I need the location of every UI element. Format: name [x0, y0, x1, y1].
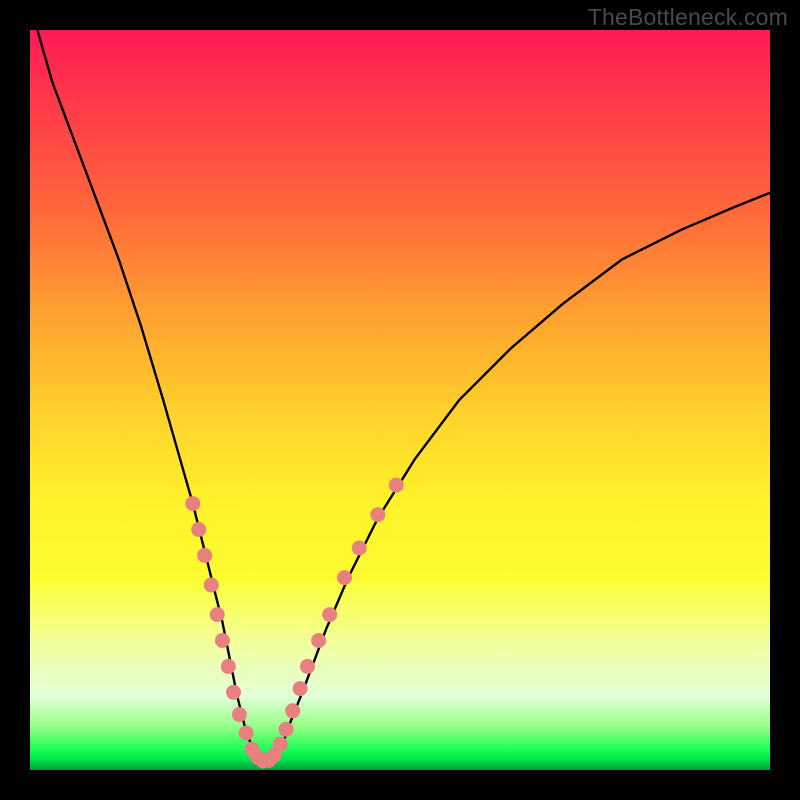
highlight-dot — [293, 681, 308, 696]
highlight-dot — [273, 737, 288, 752]
highlight-dot — [370, 507, 385, 522]
highlight-dot — [322, 607, 337, 622]
highlight-dot — [279, 722, 294, 737]
highlight-dot — [226, 685, 241, 700]
chart-container: TheBottleneck.com — [0, 0, 800, 800]
chart-svg-overlay — [30, 30, 770, 770]
highlight-dot — [352, 541, 367, 556]
highlight-dot — [204, 578, 219, 593]
highlight-dot — [300, 659, 315, 674]
highlight-dots-group — [185, 478, 403, 769]
highlight-dot — [239, 726, 254, 741]
watermark-label: TheBottleneck.com — [588, 4, 788, 31]
highlight-dot — [232, 707, 247, 722]
bottleneck-curve — [37, 30, 770, 763]
highlight-dot — [285, 703, 300, 718]
highlight-dot — [215, 633, 230, 648]
highlight-dot — [210, 607, 225, 622]
highlight-dot — [337, 570, 352, 585]
highlight-dot — [191, 522, 206, 537]
highlight-dot — [389, 478, 404, 493]
highlight-dot — [311, 633, 326, 648]
highlight-dot — [221, 659, 236, 674]
highlight-dot — [185, 496, 200, 511]
highlight-dot — [197, 548, 212, 563]
